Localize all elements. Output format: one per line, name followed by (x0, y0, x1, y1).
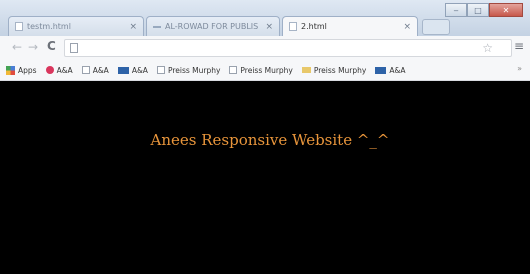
minimize-button[interactable]: ‒ (445, 3, 467, 17)
page-icon (70, 43, 78, 53)
close-tab-icon[interactable]: × (403, 22, 411, 32)
tab-label: AL-ROWAD FOR PUBLIS (165, 22, 259, 31)
blue-icon (375, 66, 387, 74)
blue-icon (117, 66, 129, 74)
page-headline: Anees Responsive Website ^_^ (150, 131, 390, 149)
page-icon (15, 22, 23, 31)
bookmark-item[interactable]: A&A (81, 65, 109, 75)
maximize-button[interactable]: □ (467, 3, 489, 17)
browser-window: testm.html × AL-ROWAD FOR PUBLIS × 2.htm… (0, 0, 530, 274)
bookmarks-overflow-icon[interactable]: » (517, 64, 522, 73)
bookmark-item[interactable]: A&A (45, 65, 73, 75)
address-bar[interactable]: ☆ (64, 39, 512, 57)
close-tab-icon[interactable]: × (129, 22, 137, 32)
bookmarks-bar: Apps A&A A&A A&A Preiss Murphy Preiss Mu… (0, 60, 530, 81)
window-controls: ‒ □ ✕ (445, 3, 523, 17)
bookmark-label: A&A (56, 65, 73, 75)
close-tab-icon[interactable]: × (265, 22, 273, 32)
bookmark-item[interactable]: Preiss Murphy (301, 65, 367, 75)
toolbar: ← → C ☆ ≡ (0, 36, 530, 61)
tab-al-rowad[interactable]: AL-ROWAD FOR PUBLIS × (146, 16, 280, 36)
tab-label: 2.html (301, 22, 327, 31)
bookmark-label: Preiss Murphy (313, 65, 367, 75)
circle-icon (45, 66, 54, 74)
page-icon (229, 66, 238, 74)
site-icon (153, 25, 161, 28)
star-icon[interactable]: ☆ (482, 41, 493, 55)
folder-icon (301, 67, 311, 73)
bookmark-item[interactable]: Preiss Murphy (156, 65, 221, 75)
title-bar: testm.html × AL-ROWAD FOR PUBLIS × 2.htm… (0, 0, 530, 36)
apps-icon (6, 65, 15, 75)
tab-testm[interactable]: testm.html × (8, 16, 144, 36)
close-window-button[interactable]: ✕ (489, 3, 523, 17)
bookmark-item[interactable]: A&A (117, 65, 148, 75)
page-icon (289, 22, 297, 31)
bookmark-label: A&A (389, 65, 406, 75)
menu-icon[interactable]: ≡ (514, 39, 524, 53)
page-icon (81, 66, 90, 74)
bookmark-label: A&A (92, 65, 109, 75)
bookmark-item[interactable]: Preiss Murphy (229, 65, 293, 75)
bookmark-apps[interactable]: Apps (6, 65, 37, 75)
bookmark-label: Preiss Murphy (167, 65, 221, 75)
new-tab-button[interactable] (422, 19, 450, 35)
reload-button[interactable]: C (47, 39, 56, 53)
back-button[interactable]: ← (12, 40, 22, 54)
bookmark-label: A&A (131, 65, 148, 75)
bookmark-item[interactable]: A&A (375, 66, 405, 75)
tab-2html[interactable]: 2.html × (282, 16, 418, 36)
bookmark-label: Preiss Murphy (240, 65, 293, 75)
tab-label: testm.html (27, 22, 71, 31)
page-icon (156, 66, 165, 74)
forward-button[interactable]: → (28, 40, 38, 54)
page-content: Anees Responsive Website ^_^ (0, 81, 530, 274)
bookmark-label: Apps (18, 65, 37, 75)
